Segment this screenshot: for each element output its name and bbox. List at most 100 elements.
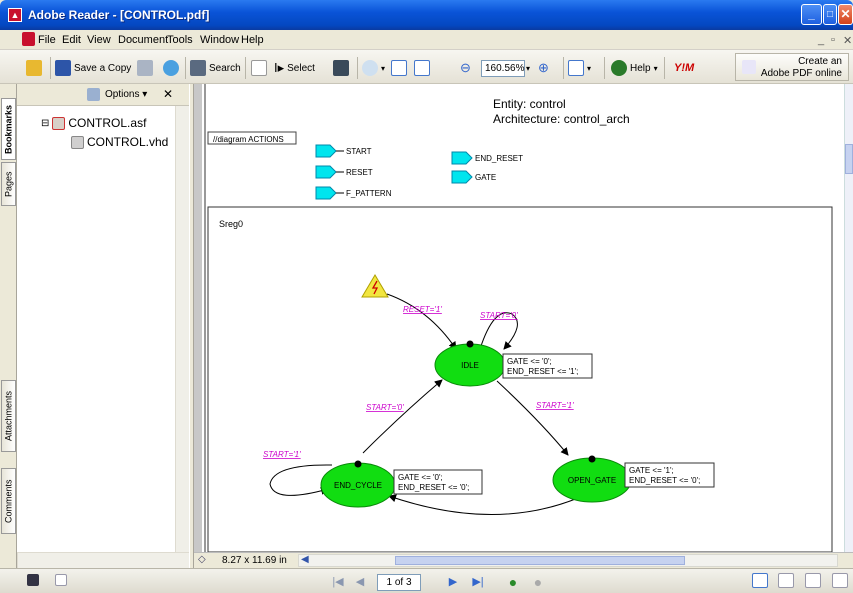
tab-bookmarks[interactable]: Bookmarks bbox=[1, 98, 16, 160]
document-vertical-scrollbar[interactable] bbox=[844, 84, 853, 552]
document-horizontal-scrollbar[interactable]: ◀ bbox=[298, 554, 838, 567]
tab-attachments[interactable]: Attachments bbox=[1, 380, 16, 452]
help-icon bbox=[611, 60, 627, 76]
fit-width-button[interactable] bbox=[414, 58, 433, 78]
fit-page-icon bbox=[391, 60, 407, 76]
yahoo-messenger-button[interactable]: Y!M bbox=[674, 58, 694, 78]
reset-warning-icon bbox=[361, 274, 389, 298]
idle-actions-box: GATE <= '0'; END_RESET <= '1'; bbox=[502, 353, 593, 379]
select-label: Select bbox=[287, 62, 315, 74]
state-end-cycle: END_CYCLE bbox=[320, 460, 396, 508]
input-port-f-pattern: F_PATTERN bbox=[315, 186, 392, 200]
continuous-layout-icon[interactable] bbox=[778, 573, 794, 588]
transition-label-end-loop: START='1' bbox=[263, 450, 301, 459]
fit-page-button[interactable] bbox=[391, 58, 410, 78]
vertical-scroll-thumb[interactable] bbox=[845, 144, 853, 174]
print-button[interactable] bbox=[137, 58, 156, 78]
scroll-left-icon[interactable]: ◀ bbox=[301, 554, 309, 565]
zoom-in-button[interactable]: ⊕ bbox=[538, 58, 549, 78]
select-tool-button[interactable]: I▸ Select bbox=[274, 58, 315, 78]
snapshot-button[interactable] bbox=[333, 58, 352, 78]
continuous-facing-layout-icon[interactable] bbox=[832, 573, 848, 588]
create-pdf-icon bbox=[742, 60, 756, 74]
create-pdf-online-button[interactable]: Create an Adobe PDF online bbox=[735, 53, 849, 81]
bookmark-item[interactable]: ⊟ CONTROL.asf bbox=[41, 116, 146, 130]
camera-icon bbox=[333, 60, 349, 76]
menu-help[interactable]: Help bbox=[241, 34, 264, 46]
next-view-button[interactable]: ● bbox=[530, 574, 546, 590]
single-page-layout-icon[interactable] bbox=[752, 573, 768, 588]
action-line: END_RESET <= '0'; bbox=[398, 483, 469, 492]
bookmark-item[interactable]: CONTROL.vhd bbox=[71, 135, 168, 149]
next-page-button[interactable]: ▶ bbox=[445, 574, 461, 590]
zoom-dropdown[interactable]: ▾ bbox=[526, 58, 530, 78]
transition-reset-to-idle bbox=[386, 293, 457, 350]
first-page-button[interactable]: |◀ bbox=[330, 574, 346, 590]
rotate-view-button[interactable]: ▾ bbox=[568, 58, 591, 78]
entity-title: Entity: control bbox=[493, 97, 566, 111]
options-icon bbox=[87, 88, 100, 101]
zoom-in-tool-button[interactable]: ▾ bbox=[362, 58, 385, 78]
options-menu-button[interactable]: Options ▾ bbox=[105, 89, 147, 100]
menu-window[interactable]: Window bbox=[200, 34, 239, 46]
last-page-button[interactable]: ▶| bbox=[470, 574, 486, 590]
tab-pages[interactable]: Pages bbox=[1, 162, 16, 206]
navigation-side-tabs: Bookmarks Pages Attachments Comments bbox=[0, 84, 17, 568]
menu-file[interactable]: File bbox=[38, 34, 56, 46]
menu-bar: File Edit View Document Tools Window Hel… bbox=[0, 30, 853, 50]
doc-close-button[interactable]: ✕ bbox=[843, 34, 852, 47]
help-button[interactable]: Help ▾ bbox=[611, 58, 658, 78]
previous-page-button[interactable]: ◀ bbox=[352, 574, 368, 590]
sreg0-frame bbox=[207, 206, 833, 552]
floppy-disk-icon bbox=[55, 60, 71, 76]
menu-document[interactable]: Document bbox=[118, 34, 168, 46]
menu-tools[interactable]: Tools bbox=[167, 34, 193, 46]
tab-comments[interactable]: Comments bbox=[1, 468, 16, 534]
email-globe-icon bbox=[163, 60, 179, 76]
previous-view-button[interactable]: ● bbox=[505, 574, 521, 590]
pdf-doc-icon bbox=[22, 32, 35, 46]
action-line: GATE <= '0'; bbox=[507, 357, 552, 366]
open-gate-actions-box: GATE <= '1'; END_RESET <= '0'; bbox=[624, 462, 715, 488]
open-button[interactable] bbox=[26, 58, 45, 78]
port-label: START bbox=[346, 147, 372, 156]
zoom-out-button[interactable]: ⊖ bbox=[460, 58, 471, 78]
toolbar-separator bbox=[185, 57, 186, 79]
page-size-arrows-icon: ◇ bbox=[198, 554, 206, 565]
pane-vertical-scrollbar[interactable] bbox=[175, 106, 189, 552]
bookmark-icon bbox=[71, 135, 84, 149]
minimize-button[interactable]: _ bbox=[801, 4, 822, 25]
doc-restore-button[interactable]: ▫ bbox=[831, 34, 835, 46]
toolbar-separator bbox=[50, 57, 51, 79]
adobe-reader-icon: ▲ bbox=[8, 8, 22, 22]
menu-view[interactable]: View bbox=[87, 34, 111, 46]
search-button[interactable]: Search bbox=[190, 58, 241, 78]
adobe-reader-window: ▲ Adobe Reader - [CONTROL.pdf] _ □ ✕ Fil… bbox=[0, 0, 853, 593]
hand-tool-button[interactable] bbox=[251, 58, 270, 78]
create-pdf-line1: Create an bbox=[798, 56, 842, 67]
horizontal-scroll-thumb[interactable] bbox=[395, 556, 685, 565]
state-label: OPEN_GATE bbox=[568, 476, 616, 485]
transition-label-idle-loop: START='0' bbox=[480, 311, 518, 320]
search-label: Search bbox=[209, 62, 241, 74]
close-pane-icon[interactable]: ✕ bbox=[163, 87, 173, 101]
close-button[interactable]: ✕ bbox=[838, 4, 853, 25]
facing-layout-icon[interactable] bbox=[805, 573, 821, 588]
menu-edit[interactable]: Edit bbox=[62, 34, 81, 46]
status-icon bbox=[27, 574, 39, 586]
email-button[interactable] bbox=[163, 58, 182, 78]
save-copy-label: Save a Copy bbox=[74, 62, 132, 74]
zoom-input[interactable]: 160.56% bbox=[481, 60, 525, 77]
tree-collapse-icon[interactable]: ⊟ bbox=[41, 118, 49, 129]
printer-icon bbox=[137, 60, 153, 76]
save-copy-button[interactable]: Save a Copy bbox=[55, 58, 131, 78]
transition-idle-to-open-gate bbox=[496, 380, 569, 456]
pane-horizontal-scrollbar[interactable] bbox=[17, 552, 189, 568]
architecture-title: Architecture: control_arch bbox=[493, 112, 630, 126]
options-label: Options bbox=[105, 89, 140, 100]
maximize-button[interactable]: □ bbox=[823, 4, 837, 25]
toolbar-separator bbox=[357, 57, 358, 79]
doc-minimize-button[interactable]: _ bbox=[818, 34, 824, 46]
output-port-gate: GATE bbox=[451, 170, 496, 184]
page-number-field[interactable]: 1 of 3 bbox=[377, 574, 421, 591]
